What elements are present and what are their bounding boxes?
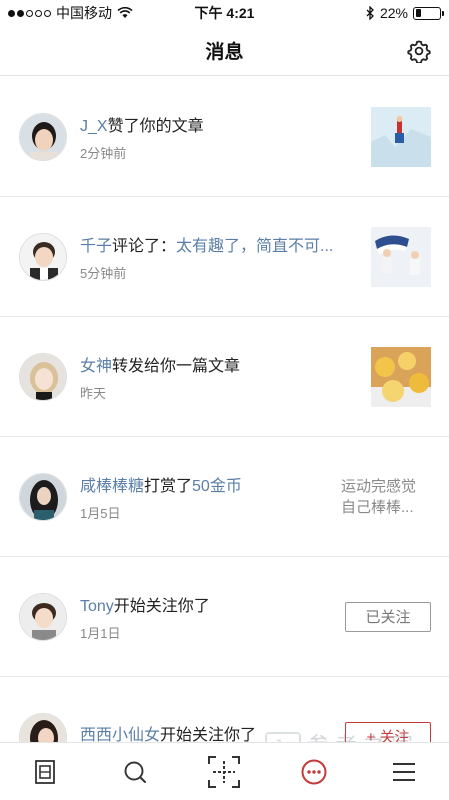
username-link[interactable]: J_X	[80, 118, 108, 135]
message-icon	[301, 759, 327, 784]
status-bar: 中国移动 下午 4:21 22%	[0, 0, 449, 26]
wifi-icon	[117, 7, 133, 18]
follow-button[interactable]: + 关注	[345, 721, 431, 742]
avatar[interactable]	[19, 352, 67, 401]
message-time: 1月5日	[80, 505, 121, 521]
battery-percent: 22%	[379, 5, 408, 21]
username-link[interactable]: 女神	[80, 358, 112, 375]
comment-preview: 太有趣了，简直不可...	[176, 237, 334, 255]
message-text: Tony开始关注你了	[80, 597, 210, 615]
carrier-label: 中国移动	[56, 5, 112, 21]
avatar[interactable]	[19, 232, 67, 281]
username-link[interactable]: Tony	[80, 598, 114, 615]
search-icon	[124, 761, 146, 783]
battery-icon	[413, 6, 444, 20]
following-button[interactable]: 已关注	[345, 601, 431, 632]
menu-icon	[393, 762, 416, 781]
list-item[interactable]: 西西小仙女开始关注你了 + 关注	[0, 677, 449, 742]
username-link[interactable]: 咸棒棒糖	[80, 478, 144, 495]
page-title: 消息	[205, 42, 244, 63]
message-list: J_X赞了你的文章 2分钟前 千子评论了：太有趣了，简直不可... 5分钟前 女…	[0, 77, 449, 742]
message-text: 千子评论了：太有趣了，简直不可...	[80, 237, 334, 255]
message-text: J_X赞了你的文章	[80, 117, 204, 135]
article-thumbnail[interactable]	[371, 106, 431, 167]
tab-menu[interactable]	[384, 752, 424, 792]
list-item[interactable]: J_X赞了你的文章 2分钟前	[0, 77, 449, 197]
scan-add-icon	[208, 755, 241, 788]
article-title-preview[interactable]: 运动完感觉 自己棒棒...	[341, 476, 431, 518]
tab-article[interactable]	[25, 752, 65, 792]
message-text: 女神转发给你一篇文章	[80, 357, 241, 375]
avatar[interactable]	[19, 712, 67, 742]
avatar[interactable]	[19, 472, 67, 521]
message-time: 1月1日	[80, 625, 121, 641]
avatar[interactable]	[19, 592, 67, 641]
bluetooth-icon	[366, 6, 374, 20]
tab-scan[interactable]	[204, 752, 244, 792]
message-time: 昨天	[80, 385, 107, 401]
tab-bar	[0, 742, 449, 800]
gear-icon[interactable]	[407, 39, 431, 63]
signal-icon	[8, 9, 51, 17]
message-text: 咸棒棒糖打赏了50金币	[80, 477, 242, 495]
message-time: 5分钟前	[80, 265, 127, 281]
tab-messages[interactable]	[294, 752, 334, 792]
nav-bar: 消息	[0, 26, 449, 76]
username-link[interactable]: 西西小仙女	[80, 727, 160, 742]
article-thumbnail[interactable]	[371, 346, 431, 407]
list-item[interactable]: Tony开始关注你了 1月1日 已关注	[0, 557, 449, 677]
tab-search[interactable]	[115, 752, 155, 792]
username-link[interactable]: 千子	[80, 238, 112, 255]
list-item[interactable]: 千子评论了：太有趣了，简直不可... 5分钟前	[0, 197, 449, 317]
message-text: 西西小仙女开始关注你了	[80, 727, 257, 742]
list-item[interactable]: 女神转发给你一篇文章 昨天	[0, 317, 449, 437]
coin-amount: 50金币	[192, 477, 242, 495]
list-item[interactable]: 咸棒棒糖打赏了50金币 1月5日 运动完感觉 自己棒棒...	[0, 437, 449, 557]
article-icon	[34, 759, 55, 784]
avatar[interactable]	[19, 112, 67, 161]
message-time: 2分钟前	[80, 145, 127, 161]
article-thumbnail[interactable]	[371, 226, 431, 287]
